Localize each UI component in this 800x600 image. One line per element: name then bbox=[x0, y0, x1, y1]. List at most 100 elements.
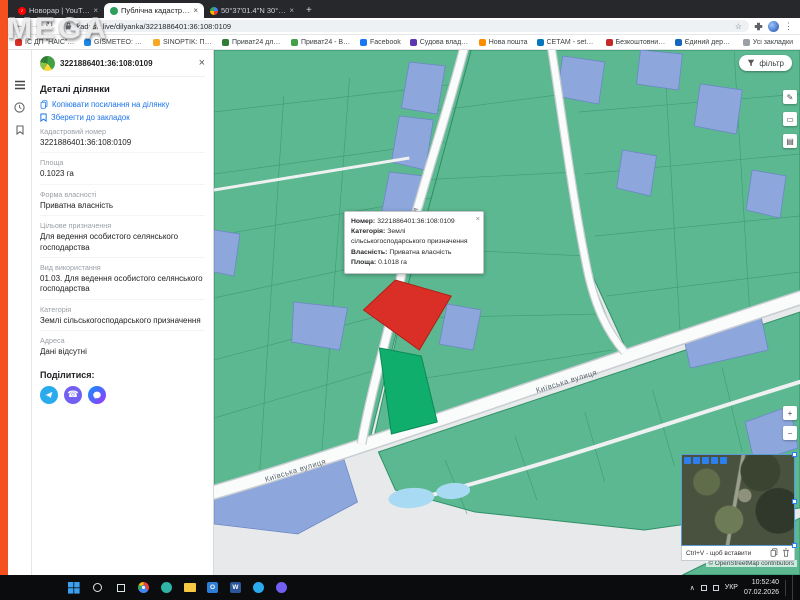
telegram-share-icon[interactable] bbox=[40, 386, 58, 404]
start-button[interactable] bbox=[62, 575, 86, 600]
forward-icon[interactable]: → bbox=[30, 21, 40, 31]
field-address: Адреса Дані відсутні bbox=[40, 336, 205, 361]
language-indicator[interactable]: УКР bbox=[725, 584, 738, 591]
bookmark-item[interactable]: SINOPTIK: Погода в... bbox=[153, 39, 213, 46]
telegram-glyph bbox=[253, 582, 264, 593]
capture-tool-icon[interactable] bbox=[693, 457, 700, 464]
show-desktop-button[interactable] bbox=[792, 575, 796, 600]
history-clock-icon[interactable] bbox=[14, 102, 25, 113]
zoom-in-button[interactable]: + bbox=[783, 406, 797, 420]
trash-icon[interactable] bbox=[782, 548, 790, 559]
url-text: kadastr.live/dilyanka/3221886401:36:108:… bbox=[76, 22, 730, 31]
map-attribution[interactable]: © OpenStreetMap contributors bbox=[706, 560, 798, 567]
field-usage-type: Вид використання 01.03. Для ведення особ… bbox=[40, 263, 205, 300]
taskbar-word-icon[interactable]: W bbox=[224, 575, 247, 600]
profile-avatar[interactable] bbox=[768, 21, 779, 32]
taskbar-task-view-icon[interactable] bbox=[109, 575, 132, 600]
bookmark-item[interactable]: Судова влада Укр... bbox=[410, 39, 470, 46]
resize-handle[interactable] bbox=[792, 499, 797, 504]
bookmark-favicon bbox=[537, 39, 544, 46]
bookmark-item[interactable]: ІС ДП "НАІС" (12) bbox=[15, 39, 75, 46]
address-bar[interactable]: kadastr.live/dilyanka/3221886401:36:108:… bbox=[58, 20, 749, 32]
tray-expand-icon[interactable]: ∧ bbox=[690, 584, 695, 592]
taskbar-edge-icon[interactable] bbox=[155, 575, 178, 600]
save-bookmark-button[interactable]: Зберегти до закладок bbox=[40, 113, 205, 122]
tray-network-icon[interactable] bbox=[701, 585, 707, 591]
google-maps-favicon bbox=[210, 7, 218, 15]
system-tray: ∧ УКР 10:52:40 07.02.2026 bbox=[690, 575, 800, 600]
bookmark-label: Судова влада Укр... bbox=[420, 39, 470, 46]
bookmark-item[interactable]: Приват24 для бізн... bbox=[222, 39, 282, 46]
taskbar-search-icon[interactable] bbox=[86, 575, 109, 600]
measure-button[interactable]: ▭ bbox=[783, 112, 797, 126]
extensions-puzzle-icon[interactable] bbox=[754, 22, 763, 31]
hamburger-menu-icon[interactable] bbox=[14, 80, 26, 90]
capture-toolbar[interactable] bbox=[684, 457, 727, 464]
tab-close-icon[interactable]: × bbox=[193, 6, 198, 15]
capture-tool-icon[interactable] bbox=[684, 457, 691, 464]
field-label: Вид використання bbox=[40, 263, 205, 272]
tab-cadastral-map[interactable]: Публічна кадастрова карта У... × bbox=[104, 3, 204, 18]
bookmark-star-icon[interactable]: ☆ bbox=[735, 22, 742, 31]
bookmark-favicon bbox=[410, 39, 417, 46]
bookmark-item[interactable]: Facebook bbox=[360, 39, 401, 46]
new-tab-button[interactable]: + bbox=[306, 5, 312, 18]
bookmark-icon bbox=[40, 113, 47, 122]
taskbar-folder-icon[interactable] bbox=[178, 575, 201, 600]
parcel-details-panel: 3221886401:36:108:0109 × Деталі ділянки … bbox=[32, 50, 214, 575]
screenshot-capture-overlay[interactable]: Ctrl+V - щоб вставити bbox=[681, 454, 795, 561]
tab-close-icon[interactable]: × bbox=[289, 6, 294, 15]
all-bookmarks-button[interactable]: Усі закладки bbox=[743, 39, 793, 46]
copy-capture-icon[interactable] bbox=[770, 548, 778, 559]
capture-preview[interactable] bbox=[681, 454, 795, 546]
draw-pencil-button[interactable]: ✎ bbox=[783, 90, 797, 104]
resize-handle[interactable] bbox=[792, 452, 797, 457]
folder-glyph bbox=[184, 583, 196, 592]
resize-handle[interactable] bbox=[792, 543, 797, 548]
tab-close-icon[interactable]: × bbox=[93, 6, 98, 15]
bookmark-item[interactable]: GISMETEO: Погода... bbox=[84, 39, 144, 46]
bookmark-item[interactable]: Єдиний державн... bbox=[675, 39, 735, 46]
bookmark-item[interactable]: Приват24 - Ваш ж... bbox=[291, 39, 351, 46]
bookmarks-rail-icon[interactable] bbox=[16, 125, 24, 135]
youtube-music-favicon: ♪ bbox=[18, 7, 26, 15]
field-label: Кадастровий номер bbox=[40, 127, 205, 136]
cadastral-map[interactable]: Шкільна вулиця Київська вулиця Київська … bbox=[214, 50, 800, 575]
capture-tool-icon[interactable] bbox=[720, 457, 727, 464]
bookmarks-list: ІС ДП "НАІС" (12) GISMETEO: Погода... SINO… bbox=[15, 39, 735, 46]
cadastral-map-favicon bbox=[110, 7, 118, 15]
field-label: Категорія bbox=[40, 305, 205, 314]
bookmark-item[interactable]: СЕТАМ - setam.net... bbox=[537, 39, 597, 46]
tooltip-close-icon[interactable]: × bbox=[476, 213, 480, 224]
clock-date: 07.02.2026 bbox=[744, 588, 779, 597]
tooltip-row: Площа:0.1018 га bbox=[351, 258, 476, 268]
tab-youtube-music[interactable]: ♪ Новорар | YouTube Music × bbox=[12, 3, 104, 18]
save-bookmark-label: Зберегти до закладок bbox=[51, 113, 130, 122]
tab-google-maps[interactable]: 50°37'01.4"N 30°37'25.2"E - G... × bbox=[204, 3, 300, 18]
taskbar-outlook-icon[interactable]: O bbox=[201, 575, 224, 600]
messenger-share-icon[interactable] bbox=[88, 386, 106, 404]
tray-volume-icon[interactable] bbox=[713, 585, 719, 591]
taskbar-clock[interactable]: 10:52:40 07.02.2026 bbox=[744, 578, 779, 597]
copy-link-button[interactable]: Копіювати посилання на ділянку bbox=[40, 100, 205, 109]
back-icon[interactable]: ← bbox=[15, 21, 25, 31]
viber-share-icon[interactable]: ☎ bbox=[64, 386, 82, 404]
bookmark-item[interactable]: Нова пошта bbox=[479, 39, 528, 46]
capture-tool-icon[interactable] bbox=[702, 457, 709, 464]
panel-close-icon[interactable]: × bbox=[199, 58, 205, 69]
bookmark-favicon bbox=[84, 39, 91, 46]
taskbar-chrome-icon[interactable] bbox=[132, 575, 155, 600]
capture-tool-icon[interactable] bbox=[711, 457, 718, 464]
share-title: Поділитися: bbox=[40, 370, 205, 380]
zoom-out-button[interactable]: − bbox=[783, 426, 797, 440]
refresh-icon[interactable]: ↻ bbox=[45, 21, 53, 31]
taskbar-viber-icon[interactable] bbox=[270, 575, 293, 600]
field-designated-purpose: Цільове призначення Для ведення особисто… bbox=[40, 221, 205, 258]
layers-button[interactable]: ▤ bbox=[783, 134, 797, 148]
filter-button[interactable]: фільтр bbox=[739, 55, 792, 71]
taskbar-telegram-icon[interactable] bbox=[247, 575, 270, 600]
taskbar: OW ∧ УКР 10:52:40 07.02.2026 bbox=[0, 575, 800, 600]
taskbar-apps: OW bbox=[86, 575, 293, 600]
bookmark-item[interactable]: Безкоштовний зак... bbox=[606, 39, 666, 46]
browser-menu-icon[interactable]: ⋮ bbox=[784, 21, 793, 32]
